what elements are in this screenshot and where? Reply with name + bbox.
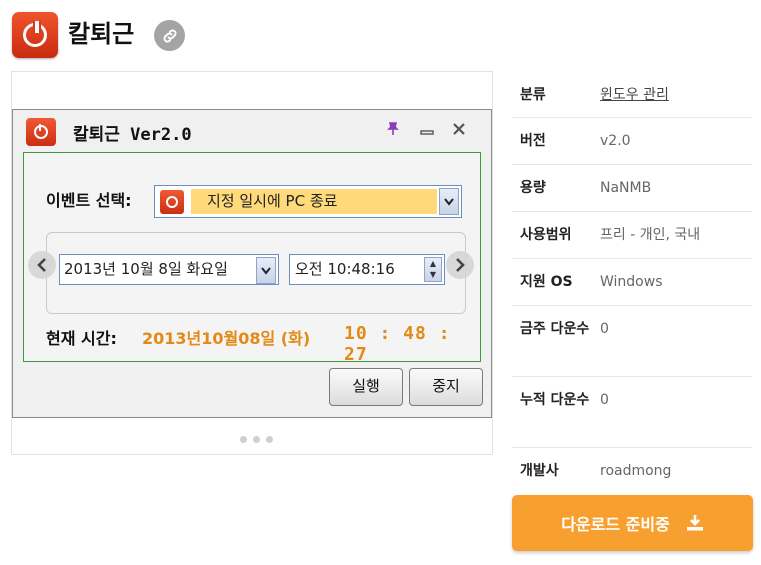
close-icon <box>450 120 468 138</box>
date-value: 2013년 10월 8일 화요일 <box>64 260 228 278</box>
time-value: 오전 10:48:16 <box>295 260 395 278</box>
carousel-dot[interactable] <box>240 436 247 443</box>
pin-icon <box>384 120 402 138</box>
info-row-os: 지원 OS Windows <box>512 259 752 306</box>
now-label: 현재 시간: <box>46 329 117 348</box>
info-row-total-downloads: 누적 다운수 0 <box>512 377 752 448</box>
carousel-dot[interactable] <box>266 436 273 443</box>
download-icon <box>686 515 703 531</box>
date-picker: 2013년 10월 8일 화요일 <box>59 254 279 285</box>
run-button: 실행 <box>329 368 403 406</box>
time-picker: 오전 10:48:16 ▲ ▼ <box>289 254 445 285</box>
window-content-panel: 이벤트 선택: 지정 일시에 PC 종료 2013년 10월 8일 화요일 오전… <box>23 152 481 365</box>
info-value: roadmong <box>600 463 672 479</box>
screenshot-carousel: 칼퇴근 Ver2.0 이벤트 선택: 지정 일시에 PC 종료 2013년 10… <box>11 71 493 455</box>
event-label: 이벤트 선택: <box>46 191 132 210</box>
info-key: 용량 <box>520 180 546 196</box>
download-button-label: 다운로드 준비중 <box>561 515 670 534</box>
info-key: 분류 <box>520 87 546 103</box>
datetime-group: 2013년 10월 8일 화요일 오전 10:48:16 ▲ ▼ <box>46 232 466 314</box>
info-key: 버전 <box>520 133 546 149</box>
now-time: 10 : 48 : 27 <box>344 323 451 365</box>
app-title: 칼퇴근 <box>68 20 135 48</box>
minimize-icon <box>418 120 436 138</box>
window-titlebar: 칼퇴근 Ver2.0 <box>13 110 491 148</box>
info-value: NaNMB <box>600 180 652 196</box>
category-link[interactable]: 윈도우 관리 <box>600 83 752 117</box>
download-button[interactable]: 다운로드 준비중 <box>512 495 753 551</box>
app-logo-icon <box>12 12 58 58</box>
spinner-icon: ▲ ▼ <box>424 257 442 282</box>
info-row-developer: 개발사 roadmong <box>512 448 752 494</box>
info-value: v2.0 <box>600 133 631 149</box>
info-value: Windows <box>600 274 663 290</box>
info-value: 프리 - 개인, 국내 <box>600 227 701 243</box>
chevron-left-icon[interactable] <box>28 251 56 279</box>
now-date: 2013년10월08일 (화) <box>142 329 311 348</box>
carousel-dot[interactable] <box>253 436 260 443</box>
info-row-category: 분류 윈도우 관리 <box>512 71 752 118</box>
info-row-license: 사용범위 프리 - 개인, 국내 <box>512 212 752 259</box>
event-select: 지정 일시에 PC 종료 <box>154 185 462 218</box>
program-window-screenshot: 칼퇴근 Ver2.0 이벤트 선택: 지정 일시에 PC 종료 2013년 10… <box>12 109 492 418</box>
info-key: 개발사 <box>520 463 559 479</box>
link-icon[interactable] <box>154 20 185 51</box>
info-value: 0 <box>600 392 609 408</box>
info-value: 0 <box>600 321 609 337</box>
stop-button: 중지 <box>409 368 483 406</box>
carousel-dots <box>240 436 273 443</box>
info-key: 사용범위 <box>520 227 572 243</box>
info-table: 분류 윈도우 관리 버전 v2.0 용량 NaNMB 사용범위 프리 - 개인,… <box>512 71 752 494</box>
info-row-weekly-downloads: 금주 다운수 0 <box>512 306 752 377</box>
app-logo-icon <box>26 118 56 146</box>
info-key: 누적 다운수 <box>520 392 590 408</box>
info-row-version: 버전 v2.0 <box>512 118 752 165</box>
chevron-right-icon[interactable] <box>446 251 474 279</box>
info-row-size: 용량 NaNMB <box>512 165 752 212</box>
chevron-down-icon <box>439 188 459 215</box>
event-select-value: 지정 일시에 PC 종료 <box>191 189 437 214</box>
info-key: 지원 OS <box>520 274 573 290</box>
info-key: 금주 다운수 <box>520 321 590 337</box>
window-title: 칼퇴근 Ver2.0 <box>73 125 192 145</box>
power-icon <box>160 190 184 214</box>
chevron-down-icon <box>256 257 276 284</box>
